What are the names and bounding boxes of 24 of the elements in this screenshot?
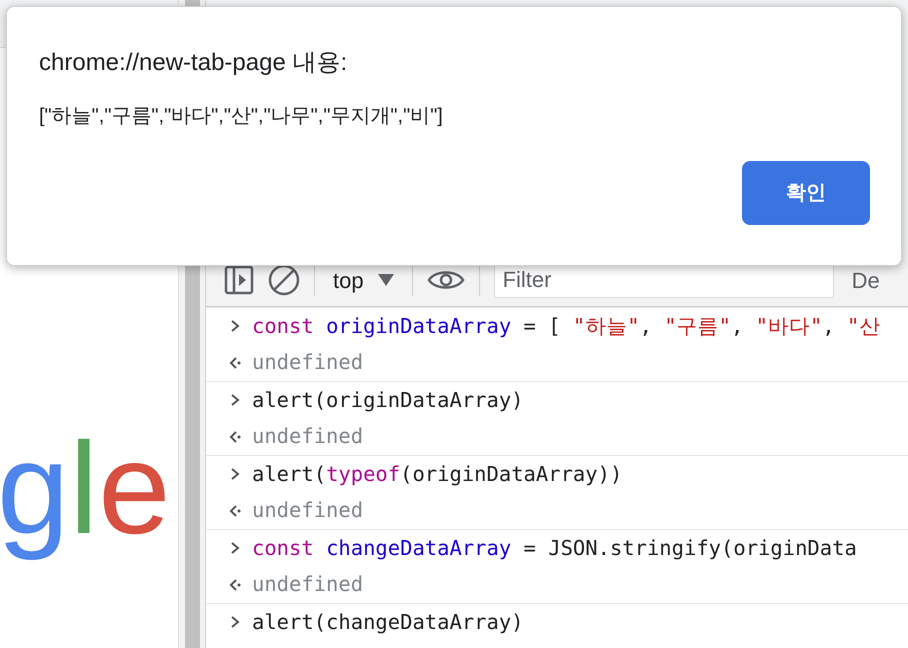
logo-letter: g <box>0 414 70 563</box>
return-arrow-icon <box>228 354 242 370</box>
ok-button[interactable]: 확인 <box>742 161 870 225</box>
return-arrow-icon <box>228 502 242 518</box>
code-line: const originDataArray = [ "하늘", "구름", "바다", "산 <box>252 312 880 340</box>
return-arrow-icon <box>228 428 242 444</box>
output-text: undefined <box>252 423 364 450</box>
code-line: const changeDataArray = JSON.stringify(originData <box>252 534 857 562</box>
dialog-message: ["하늘","구름","바다","산","나무","무지개","비"] <box>39 104 444 129</box>
code-line: alert(changeDataArray) <box>252 608 524 636</box>
return-arrow-icon <box>228 576 242 592</box>
code-line: alert(originDataArray) <box>252 386 524 414</box>
dialog-title: chrome://new-tab-page 내용: <box>39 48 348 78</box>
context-select[interactable]: top <box>329 264 398 296</box>
output-text: undefined <box>252 571 364 598</box>
logo-letter: l <box>69 414 98 563</box>
sidebar-toggle-icon[interactable] <box>224 265 254 295</box>
output-text: undefined <box>252 497 364 524</box>
clear-console-icon[interactable] <box>268 264 300 296</box>
code-line: alert(typeof(originDataArray)) <box>252 460 622 488</box>
logo-letter: e <box>98 414 171 563</box>
dropdown-triangle-icon <box>378 274 394 286</box>
output-text: undefined <box>252 349 364 376</box>
levels-label[interactable]: De <box>852 264 880 296</box>
